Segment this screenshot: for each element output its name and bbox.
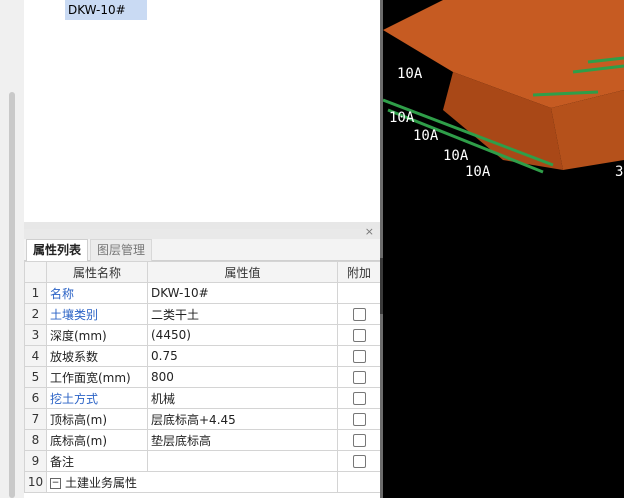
extra-cell <box>337 282 381 304</box>
row-index: 9 <box>24 450 47 472</box>
property-name: 工作面宽(mm) <box>50 370 131 385</box>
row-index: 4 <box>24 345 47 367</box>
property-name: 挖土方式 <box>50 391 99 406</box>
property-table: 属性名称 属性值 附加 1 名称 DKW-10# 2 土壤类别 二类干土 3 深度(mm) (4… <box>24 261 381 493</box>
3d-viewport[interactable]: 10A 10A 10A 10A 10A 3 <box>383 0 624 498</box>
property-value[interactable] <box>147 450 338 472</box>
extra-cell <box>337 387 381 409</box>
property-name-cell: 名称 <box>46 282 148 304</box>
table-row[interactable]: 9 备注 <box>24 450 381 472</box>
close-icon[interactable]: × <box>365 226 374 238</box>
property-value[interactable]: 二类干土 <box>147 303 338 325</box>
extra-cell <box>337 366 381 388</box>
property-name-cell: 深度(mm) <box>46 324 148 346</box>
property-value[interactable]: 800 <box>147 366 338 388</box>
tree-item-selected[interactable]: DKW-10# <box>65 0 147 20</box>
grid-label: 10A <box>465 164 491 180</box>
row-index: 8 <box>24 429 47 451</box>
extra-cell <box>337 303 381 325</box>
property-name: 放坡系数 <box>50 349 99 364</box>
property-name: 顶标高(m) <box>50 412 108 427</box>
3d-scene: 10A 10A 10A 10A 10A 3 <box>383 0 624 180</box>
table-row[interactable]: 5 工作面宽(mm) 800 <box>24 366 381 388</box>
grid-label: 10A <box>397 66 423 82</box>
property-name-cell: 土壤类别 <box>46 303 148 325</box>
left-scrollbar-thumb[interactable] <box>9 92 15 498</box>
property-name-cell: 挖土方式 <box>46 387 148 409</box>
extra-cell <box>337 471 381 493</box>
extra-checkbox[interactable] <box>352 329 366 342</box>
component-tree-panel: DKW-10# <box>24 0 381 223</box>
row-index: 3 <box>24 324 47 346</box>
header-index <box>24 261 47 283</box>
table-row[interactable]: 7 顶标高(m) 层底标高+4.45 <box>24 408 381 430</box>
property-name-cell: 备注 <box>46 450 148 472</box>
property-tabs: 属性列表 图层管理 <box>24 239 380 261</box>
row-index: 7 <box>24 408 47 430</box>
table-row[interactable]: 4 放坡系数 0.75 <box>24 345 381 367</box>
property-name: 底标高(m) <box>50 433 108 448</box>
property-name: 土建业务属性 <box>65 475 138 490</box>
property-value[interactable]: (4450) <box>147 324 338 346</box>
row-index: 10 <box>24 471 47 493</box>
panel-splitter[interactable] <box>24 222 380 229</box>
extra-cell <box>337 450 381 472</box>
property-name-cell: − 土建业务属性 <box>46 471 338 493</box>
property-value[interactable]: 0.75 <box>147 345 338 367</box>
row-index: 6 <box>24 387 47 409</box>
table-row[interactable]: 6 挖土方式 机械 <box>24 387 381 409</box>
header-value: 属性值 <box>147 261 338 283</box>
property-value[interactable]: 机械 <box>147 387 338 409</box>
table-row[interactable]: 3 深度(mm) (4450) <box>24 324 381 346</box>
property-name-cell: 底标高(m) <box>46 429 148 451</box>
property-name: 名称 <box>50 286 75 301</box>
table-row[interactable]: 8 底标高(m) 垫层底标高 <box>24 429 381 451</box>
header-name: 属性名称 <box>46 261 148 283</box>
extra-checkbox[interactable] <box>352 455 366 468</box>
table-row[interactable]: 10− 土建业务属性 <box>24 471 381 493</box>
grid-label: 10A <box>389 110 415 126</box>
property-name-cell: 顶标高(m) <box>46 408 148 430</box>
tab-properties[interactable]: 属性列表 <box>26 239 89 261</box>
table-row[interactable]: 2 土壤类别 二类干土 <box>24 303 381 325</box>
grid-label: 3 <box>615 164 623 180</box>
left-scrollbar[interactable] <box>0 0 24 498</box>
extra-cell <box>337 345 381 367</box>
extra-checkbox[interactable] <box>352 371 366 384</box>
extra-cell <box>337 408 381 430</box>
table-row[interactable]: 1 名称 DKW-10# <box>24 282 381 304</box>
extra-cell <box>337 429 381 451</box>
property-value[interactable]: 层底标高+4.45 <box>147 408 338 430</box>
property-grid: 属性名称 属性值 附加 1 名称 DKW-10# 2 土壤类别 二类干土 3 深度(mm) (4… <box>24 261 381 498</box>
property-name: 备注 <box>50 454 75 469</box>
property-name: 深度(mm) <box>50 328 107 343</box>
property-name-cell: 工作面宽(mm) <box>46 366 148 388</box>
extra-checkbox[interactable] <box>352 350 366 363</box>
grid-label: 10A <box>443 148 469 164</box>
property-value[interactable]: 垫层底标高 <box>147 429 338 451</box>
collapse-icon[interactable]: − <box>50 477 61 489</box>
extra-checkbox[interactable] <box>352 434 366 447</box>
row-index: 5 <box>24 366 47 388</box>
row-index: 1 <box>24 282 47 304</box>
row-index: 2 <box>24 303 47 325</box>
property-panel-header: × <box>24 226 380 239</box>
extra-checkbox[interactable] <box>352 308 366 321</box>
property-value[interactable]: DKW-10# <box>147 282 338 304</box>
property-name: 土壤类别 <box>50 307 99 322</box>
grid-label: 10A <box>413 128 439 144</box>
header-extra: 附加 <box>337 261 381 283</box>
extra-cell <box>337 324 381 346</box>
extra-checkbox[interactable] <box>352 413 366 426</box>
property-name-cell: 放坡系数 <box>46 345 148 367</box>
extra-checkbox[interactable] <box>352 392 366 405</box>
tab-layers[interactable]: 图层管理 <box>90 239 153 261</box>
